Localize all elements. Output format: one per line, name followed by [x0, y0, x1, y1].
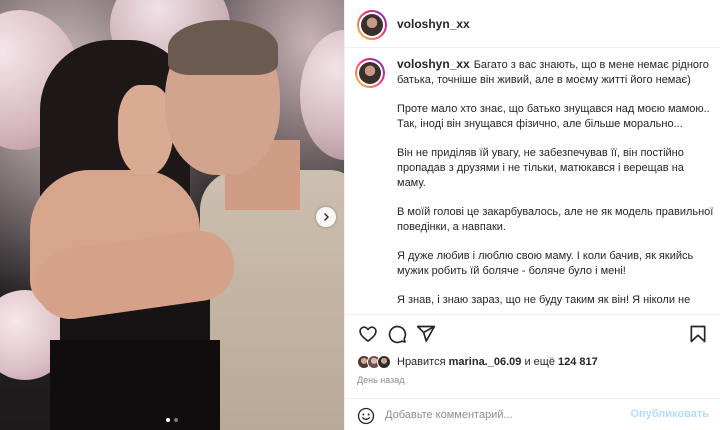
post-photo[interactable] [0, 0, 344, 430]
caption-text: voloshyn_xx Багато з вас знають, що в мен… [397, 57, 715, 310]
caption-username[interactable]: voloshyn_xx [397, 57, 470, 71]
liker-avatar [377, 355, 391, 369]
comment-button[interactable] [386, 323, 408, 345]
share-button[interactable] [415, 323, 437, 345]
header-username[interactable]: voloshyn_xx [397, 17, 470, 31]
likes-count[interactable]: 124 817 [558, 356, 598, 368]
likes-middle: и ещё [521, 356, 558, 368]
heart-icon [359, 326, 377, 342]
emoji-icon[interactable] [357, 407, 375, 425]
publish-button[interactable]: Опубликовать [630, 408, 709, 420]
avatar[interactable] [357, 10, 387, 40]
caption-paragraph: Я знав, і знаю зараз, що не буду таким я… [397, 294, 691, 310]
comments-area[interactable]: voloshyn_xx Багато з вас знають, що в мен… [345, 48, 720, 310]
share-icon [416, 325, 436, 342]
caption-avatar[interactable] [355, 58, 385, 88]
carousel-dot [166, 418, 170, 422]
comment-input[interactable] [385, 406, 635, 424]
action-bar [345, 314, 720, 350]
caption-paragraph: В моїй голові це закарбувалось, але не я… [397, 206, 714, 233]
caption-paragraph: Я дуже любив і люблю свою маму. І коли б… [397, 250, 694, 277]
carousel-next-button[interactable] [316, 207, 336, 227]
man-hair [168, 20, 278, 75]
post-details-panel: voloshyn_xx voloshyn_xx Багато з вас знаю… [344, 0, 720, 430]
add-comment-bar: Опубликовать [345, 398, 720, 430]
caption-paragraph: Проте мало хто знає, що батько знущався … [397, 103, 710, 130]
carousel-dot [174, 418, 178, 422]
bookmark-icon [690, 325, 706, 343]
caption-paragraph: Він не приділяв їй увагу, не забезпечува… [397, 147, 684, 189]
liker-username[interactable]: marina._06.09 [449, 356, 522, 368]
likes-summary[interactable]: Нравится marina._06.09 и ещё 124 817 [357, 353, 598, 371]
like-button[interactable] [357, 323, 379, 345]
carousel-indicator [0, 418, 344, 422]
post-timestamp[interactable]: День назад [357, 375, 405, 385]
woman-skirt [50, 340, 220, 430]
likes-prefix: Нравится [397, 356, 449, 368]
save-button[interactable] [687, 323, 709, 345]
chevron-right-icon [324, 213, 329, 221]
comment-icon [388, 325, 407, 344]
post-header: voloshyn_xx [345, 0, 720, 48]
